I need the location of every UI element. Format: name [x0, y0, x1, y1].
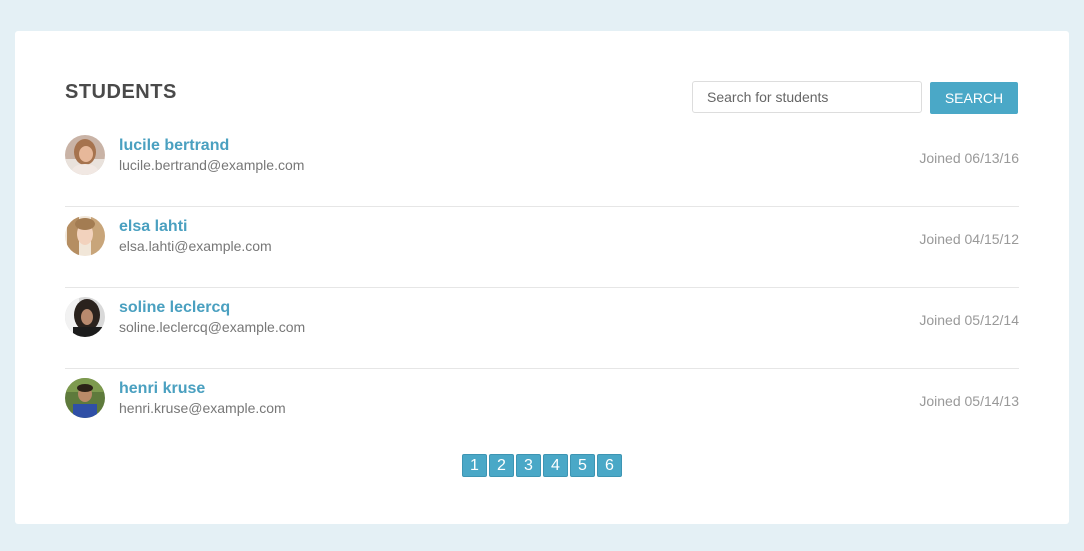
- students-header: STUDENTS SEARCH: [65, 81, 1019, 115]
- page-button-4[interactable]: 4: [543, 454, 568, 477]
- list-item: soline leclercq soline.leclercq@example.…: [65, 288, 1019, 369]
- page-button-1[interactable]: 1: [462, 454, 487, 477]
- student-name[interactable]: lucile bertrand: [119, 137, 229, 155]
- avatar[interactable]: [65, 135, 105, 175]
- page-button-5[interactable]: 5: [570, 454, 595, 477]
- search-input[interactable]: [692, 81, 922, 113]
- avatar[interactable]: [65, 297, 105, 337]
- joined-date: Joined 04/15/12: [919, 231, 1019, 247]
- search-button[interactable]: SEARCH: [930, 82, 1018, 114]
- avatar[interactable]: [65, 378, 105, 418]
- student-email: soline.leclercq@example.com: [119, 319, 306, 335]
- pagination: 1 2 3 4 5 6: [462, 454, 622, 477]
- students-card: STUDENTS SEARCH lucile bertrand lucile.b…: [15, 31, 1069, 524]
- student-email: lucile.bertrand@example.com: [119, 157, 305, 173]
- joined-date: Joined 06/13/16: [919, 150, 1019, 166]
- student-name[interactable]: soline leclercq: [119, 299, 230, 317]
- page-title: STUDENTS: [65, 81, 177, 103]
- page-button-6[interactable]: 6: [597, 454, 622, 477]
- student-list: lucile bertrand lucile.bertrand@example.…: [65, 126, 1019, 449]
- student-name[interactable]: elsa lahti: [119, 218, 187, 236]
- page-button-3[interactable]: 3: [516, 454, 541, 477]
- joined-date: Joined 05/14/13: [919, 393, 1019, 409]
- page-button-2[interactable]: 2: [489, 454, 514, 477]
- list-item: lucile bertrand lucile.bertrand@example.…: [65, 126, 1019, 207]
- list-item: henri kruse henri.kruse@example.com Join…: [65, 369, 1019, 449]
- joined-date: Joined 05/12/14: [919, 312, 1019, 328]
- avatar[interactable]: [65, 216, 105, 256]
- student-email: henri.kruse@example.com: [119, 400, 286, 416]
- student-name[interactable]: henri kruse: [119, 380, 205, 398]
- list-item: elsa lahti elsa.lahti@example.com Joined…: [65, 207, 1019, 288]
- student-email: elsa.lahti@example.com: [119, 238, 272, 254]
